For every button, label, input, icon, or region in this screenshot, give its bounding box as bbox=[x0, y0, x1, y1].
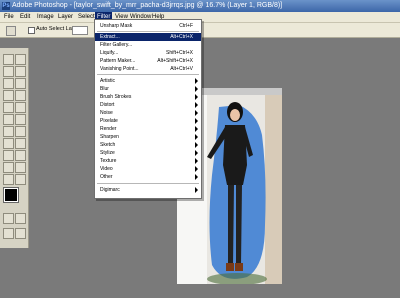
menu-edit[interactable]: Edit bbox=[18, 12, 32, 22]
gradient-tool-icon[interactable] bbox=[15, 114, 26, 125]
marquee-tool-icon[interactable] bbox=[3, 54, 14, 65]
submenu-arrow-icon bbox=[195, 126, 198, 132]
standard-mode-icon[interactable] bbox=[3, 213, 14, 224]
submenu-arrow-icon bbox=[195, 134, 198, 140]
menu-separator bbox=[97, 74, 199, 75]
filter-menu-dropdown: Unsharp Mask Ctrl+F Extract... Alt+Ctrl+X … bbox=[94, 19, 202, 199]
screen-mode-icon[interactable] bbox=[3, 228, 14, 239]
menu-item-digimarc[interactable]: Digimarc bbox=[95, 186, 201, 194]
notes-tool-icon[interactable] bbox=[3, 162, 14, 173]
dodge-tool-icon[interactable] bbox=[15, 126, 26, 137]
menu-item-render[interactable]: Render bbox=[95, 125, 201, 133]
blur-tool-icon[interactable] bbox=[3, 126, 14, 137]
type-tool-icon[interactable] bbox=[15, 138, 26, 149]
hand-tool-icon[interactable] bbox=[3, 174, 14, 185]
submenu-arrow-icon bbox=[195, 166, 198, 172]
toolbox bbox=[0, 48, 29, 248]
menu-item-pattern-maker[interactable]: Pattern Maker... Alt+Shift+Ctrl+X bbox=[95, 57, 201, 65]
auto-select-layer-dropdown[interactable] bbox=[72, 26, 88, 35]
menu-separator bbox=[97, 183, 199, 184]
move-tool-icon[interactable] bbox=[15, 54, 26, 65]
menu-image[interactable]: Image bbox=[35, 12, 56, 22]
menu-item-brush-strokes[interactable]: Brush Strokes bbox=[95, 93, 201, 101]
menu-separator bbox=[97, 31, 199, 32]
menu-item-noise[interactable]: Noise bbox=[95, 109, 201, 117]
photoshop-logo-icon: Ps bbox=[2, 2, 10, 10]
submenu-arrow-icon bbox=[195, 174, 198, 180]
zoom-tool-icon[interactable] bbox=[15, 174, 26, 185]
menu-item-video[interactable]: Video bbox=[95, 165, 201, 173]
fullscreen-mode-icon[interactable] bbox=[15, 228, 26, 239]
menu-item-stylize[interactable]: Stylize bbox=[95, 149, 201, 157]
auto-select-checkbox[interactable] bbox=[28, 27, 35, 34]
window-title: Adobe Photoshop - [taylor_swift_by_mrr_p… bbox=[12, 2, 283, 9]
quick-mask-mode-icon[interactable] bbox=[15, 213, 26, 224]
submenu-arrow-icon bbox=[195, 142, 198, 148]
menu-item-other[interactable]: Other bbox=[95, 173, 201, 181]
brush-tool-icon[interactable] bbox=[15, 90, 26, 101]
menu-item-unsharp-mask[interactable]: Unsharp Mask Ctrl+F bbox=[95, 22, 201, 30]
window-titlebar: Ps Adobe Photoshop - [taylor_swift_by_mr… bbox=[0, 0, 400, 12]
menu-item-liquify[interactable]: Liquify... Shift+Ctrl+X bbox=[95, 49, 201, 57]
shape-tool-icon[interactable] bbox=[15, 150, 26, 161]
menu-item-sharpen[interactable]: Sharpen bbox=[95, 133, 201, 141]
menu-item-extract[interactable]: Extract... Alt+Ctrl+X bbox=[95, 33, 201, 41]
menu-file[interactable]: File bbox=[2, 12, 16, 22]
menu-layer[interactable]: Layer bbox=[56, 12, 75, 22]
healing-brush-tool-icon[interactable] bbox=[3, 90, 14, 101]
submenu-arrow-icon bbox=[195, 94, 198, 100]
menu-item-filter-gallery[interactable]: Filter Gallery... bbox=[95, 41, 201, 49]
submenu-arrow-icon bbox=[195, 110, 198, 116]
submenu-arrow-icon bbox=[195, 118, 198, 124]
foreground-color-swatch[interactable] bbox=[3, 187, 19, 203]
eraser-tool-icon[interactable] bbox=[3, 114, 14, 125]
menu-item-texture[interactable]: Texture bbox=[95, 157, 201, 165]
menu-item-artistic[interactable]: Artistic bbox=[95, 77, 201, 85]
pen-tool-icon[interactable] bbox=[3, 150, 14, 161]
menu-item-blur[interactable]: Blur bbox=[95, 85, 201, 93]
lasso-tool-icon[interactable] bbox=[3, 66, 14, 77]
menu-item-vanishing-point[interactable]: Vanishing Point... Alt+Ctrl+V bbox=[95, 65, 201, 73]
menu-item-sketch[interactable]: Sketch bbox=[95, 141, 201, 149]
magic-wand-tool-icon[interactable] bbox=[15, 66, 26, 77]
history-brush-tool-icon[interactable] bbox=[15, 102, 26, 113]
slice-tool-icon[interactable] bbox=[15, 78, 26, 89]
crop-tool-icon[interactable] bbox=[3, 78, 14, 89]
menu-item-distort[interactable]: Distort bbox=[95, 101, 201, 109]
eyedropper-tool-icon[interactable] bbox=[15, 162, 26, 173]
submenu-arrow-icon bbox=[195, 86, 198, 92]
submenu-arrow-icon bbox=[195, 150, 198, 156]
path-selection-tool-icon[interactable] bbox=[3, 138, 14, 149]
submenu-arrow-icon bbox=[195, 78, 198, 84]
submenu-arrow-icon bbox=[195, 158, 198, 164]
menu-item-pixelate[interactable]: Pixelate bbox=[95, 117, 201, 125]
submenu-arrow-icon bbox=[195, 102, 198, 108]
submenu-arrow-icon bbox=[195, 187, 198, 193]
move-tool-icon[interactable] bbox=[6, 26, 16, 36]
clone-stamp-tool-icon[interactable] bbox=[3, 102, 14, 113]
